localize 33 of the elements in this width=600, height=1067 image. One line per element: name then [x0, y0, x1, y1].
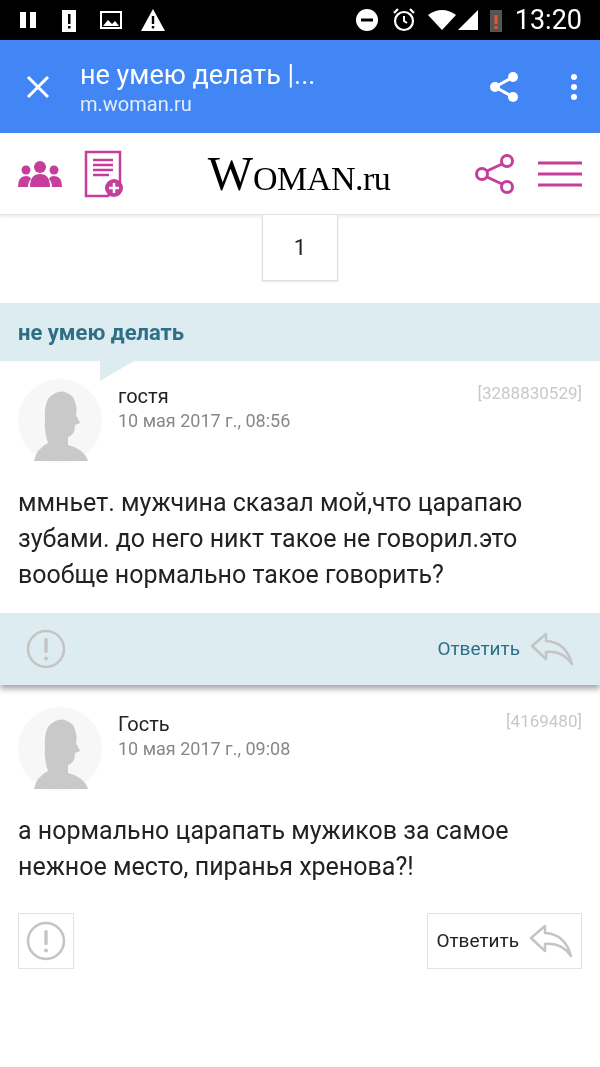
- warning-icon: [140, 8, 166, 32]
- avatar-icon: [18, 379, 102, 463]
- share-icon[interactable]: [474, 152, 516, 195]
- comment-text: а нормально царапать мужиков за самое нежное место, пиранья хренова?!: [17, 815, 510, 883]
- reply-button[interactable]: Ответить: [427, 913, 582, 969]
- exclamation-icon: [26, 921, 66, 961]
- image-icon: [100, 10, 122, 30]
- share-icon[interactable]: [488, 70, 520, 103]
- topic-title: не умею делать: [18, 318, 185, 347]
- avatar-icon: [18, 707, 102, 791]
- author-name: Гость: [118, 711, 171, 737]
- reply-arrow-icon: [530, 632, 574, 666]
- clock: 13:20: [514, 2, 582, 38]
- page-url: m.woman.ru: [80, 91, 193, 116]
- exclamation-icon: [26, 629, 66, 669]
- more-menu-icon[interactable]: [570, 72, 578, 101]
- comment-text: ммньет. мужчина сказал мой,что царапаю зубами. до него никт такое не говорил.это вообще нормально такое говорить?: [17, 487, 524, 591]
- wifi-icon: [426, 9, 457, 31]
- site-logo[interactable]: WOMAN.ru: [207, 149, 391, 198]
- reply-button[interactable]: Ответить: [429, 621, 582, 677]
- signal-icon: [456, 9, 479, 31]
- do-not-disturb-icon: [354, 8, 379, 32]
- page-number[interactable]: 1: [262, 215, 338, 281]
- post-date: 10 мая 2017 г., 08:56: [118, 409, 292, 433]
- battery-icon: [488, 7, 503, 33]
- reply-arrow-icon: [529, 924, 573, 958]
- people-icon[interactable]: [18, 158, 62, 189]
- author-name: гостя: [118, 383, 170, 409]
- page-title: не умею делать |...: [80, 57, 317, 92]
- new-document-icon[interactable]: [84, 149, 124, 198]
- battery-alert-icon: [60, 7, 78, 33]
- post-date: 10 мая 2017 г., 09:08: [118, 737, 292, 761]
- menu-icon[interactable]: [538, 159, 582, 188]
